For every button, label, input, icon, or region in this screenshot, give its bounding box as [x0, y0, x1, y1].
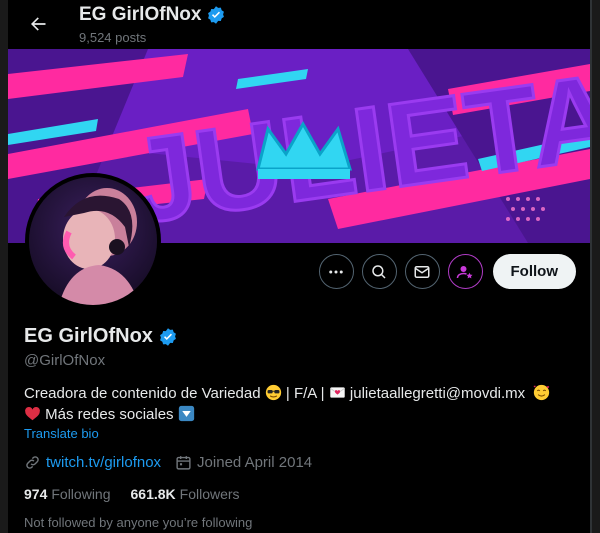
- header-title: EG GirlOfNox: [79, 4, 202, 25]
- message-button[interactable]: [404, 254, 440, 289]
- search-icon: [372, 264, 386, 279]
- bio-line-2: Más redes sociales: [24, 404, 584, 425]
- more-options-button[interactable]: [318, 254, 354, 289]
- website-item: twitch.tv/girlofnox: [24, 454, 161, 471]
- profile-actions: Follow: [318, 254, 576, 289]
- back-button[interactable]: [22, 8, 54, 40]
- translate-bio-link[interactable]: Translate bio: [24, 426, 99, 441]
- more-horizontal-icon: [329, 270, 343, 273]
- header-title-row: EG GirlOfNox: [79, 4, 226, 26]
- bio-fa-text: | F/A |: [285, 385, 325, 402]
- love-letter-emoji-icon: [329, 387, 345, 398]
- calendar-icon: [176, 456, 191, 470]
- followers-you-know: Not followed by anyone you’re following: [24, 515, 253, 530]
- verified-badge-icon: [208, 6, 225, 24]
- subscribe-button[interactable]: [447, 254, 483, 289]
- bio-line-1: Creadora de contenido de Variedad | F/A …: [24, 383, 584, 404]
- followers-label: Followers: [179, 486, 240, 502]
- window-frame-divider: [590, 0, 592, 533]
- follow-button[interactable]: Follow: [492, 254, 576, 289]
- followers-count: 661.8K: [130, 486, 176, 502]
- display-name: EG GirlOfNox: [24, 325, 153, 347]
- down-arrow-button-emoji-icon: [178, 405, 194, 422]
- window-frame-right: [592, 0, 600, 533]
- avatar-image: [29, 177, 157, 305]
- arrow-left-icon: [31, 17, 46, 31]
- profile-header-bar: EG GirlOfNox 9,524 posts: [8, 0, 590, 50]
- bio-email: julietaallegretti@movdi.mx: [349, 385, 526, 402]
- link-icon: [26, 456, 39, 469]
- bio-text: Creadora de contenido de Variedad: [24, 385, 261, 402]
- follow-stats: 974 Following 661.8K Followers: [24, 486, 240, 502]
- profile-meta: twitch.tv/girlofnox Joined April 2014: [24, 454, 320, 471]
- following-count: 974: [24, 486, 48, 502]
- mail-icon: [414, 265, 430, 278]
- display-name-row: EG GirlOfNox: [24, 325, 178, 348]
- posts-count: 9,524 posts: [79, 30, 147, 45]
- sunglasses-emoji-icon: [265, 384, 281, 401]
- followers-stat[interactable]: 661.8K Followers: [131, 486, 240, 502]
- subscribe-person-star-icon: [456, 265, 473, 278]
- red-heart-emoji-icon: [25, 406, 40, 421]
- profile-avatar[interactable]: [25, 173, 161, 309]
- search-profile-button[interactable]: [361, 254, 397, 289]
- following-label: Following: [51, 486, 111, 502]
- window-frame-left: [0, 0, 8, 533]
- crown-icon: [256, 120, 353, 179]
- joined-date: Joined April 2014: [197, 454, 313, 471]
- bio-social-text: Más redes sociales: [45, 406, 174, 423]
- verified-badge-icon[interactable]: [158, 327, 178, 347]
- website-link[interactable]: twitch.tv/girlofnox: [46, 454, 161, 471]
- user-handle: @GirlOfNox: [24, 352, 106, 369]
- smiling-hearts-emoji-icon: [534, 384, 550, 401]
- profile-bio: Creadora de contenido de Variedad | F/A …: [24, 383, 584, 425]
- joined-item: Joined April 2014: [175, 454, 312, 471]
- following-stat[interactable]: 974 Following: [24, 486, 111, 502]
